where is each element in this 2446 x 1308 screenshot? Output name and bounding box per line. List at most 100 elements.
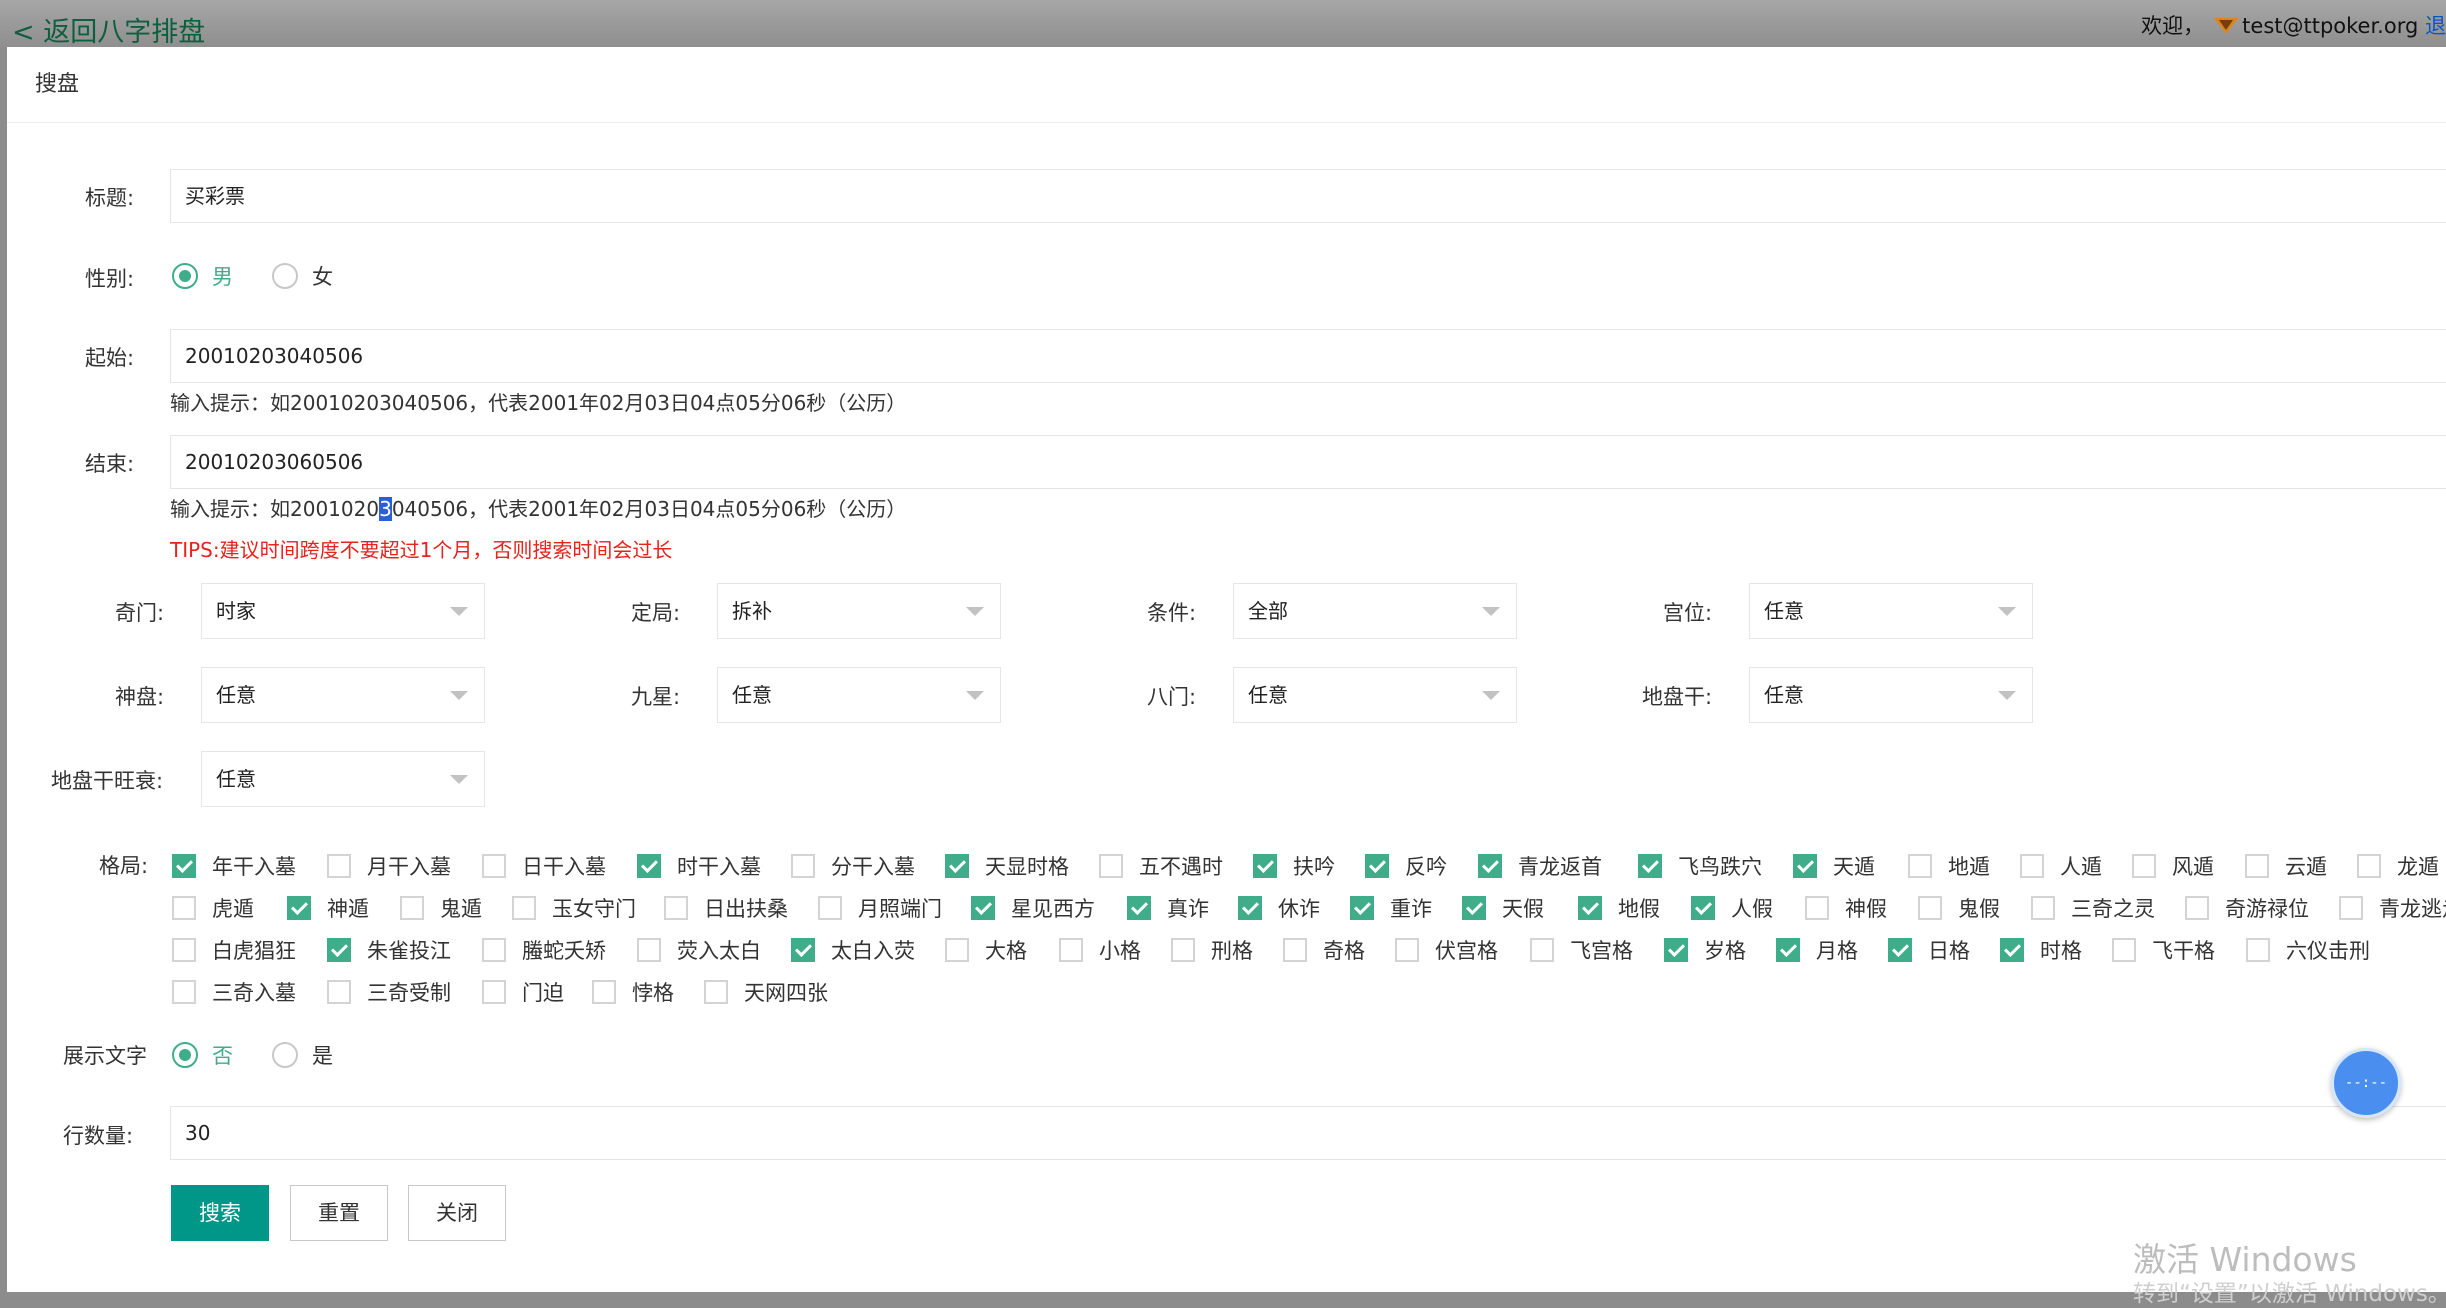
show-text-radio-yes[interactable]: 是	[272, 1040, 333, 1070]
pattern-checkbox[interactable]: 人假	[1691, 893, 1773, 923]
pattern-checkbox[interactable]: 朱雀投江	[327, 935, 451, 965]
pattern-checkbox[interactable]: 鬼假	[1918, 893, 2000, 923]
floating-clock-widget[interactable]: --:--	[2331, 1048, 2401, 1118]
bamen-select[interactable]: 任意	[1233, 667, 1517, 723]
pattern-checkbox[interactable]: 日干入墓	[482, 851, 606, 881]
pattern-checkbox[interactable]: 三奇入墓	[172, 977, 296, 1007]
pattern-checkbox[interactable]: 荧入太白	[637, 935, 761, 965]
pattern-checkbox[interactable]: 天假	[1462, 893, 1544, 923]
pattern-checkbox[interactable]: 天遁	[1793, 851, 1875, 881]
pattern-checkbox[interactable]: 风遁	[2132, 851, 2214, 881]
pattern-checkbox[interactable]: 岁格	[1664, 935, 1746, 965]
pattern-checkbox[interactable]: 时干入墓	[637, 851, 761, 881]
pattern-checkbox[interactable]: 地遁	[1908, 851, 1990, 881]
pattern-checkbox[interactable]: 日格	[1888, 935, 1970, 965]
pattern-checkbox[interactable]: 天网四张	[704, 977, 828, 1007]
gender-option-label: 女	[312, 265, 333, 289]
pattern-checkbox[interactable]: 三奇之灵	[2031, 893, 2155, 923]
pattern-checkbox[interactable]: 青龙返首	[1478, 851, 1602, 881]
pattern-checkbox[interactable]: 奇格	[1283, 935, 1365, 965]
pattern-checkbox[interactable]: 刑格	[1171, 935, 1253, 965]
pattern-checkbox[interactable]: 悖格	[592, 977, 674, 1007]
pattern-label: 休诈	[1278, 897, 1320, 921]
pattern-checkbox[interactable]: 人遁	[2020, 851, 2102, 881]
pattern-checkbox[interactable]: 分干入墓	[791, 851, 915, 881]
pattern-checkbox[interactable]: 云遁	[2245, 851, 2327, 881]
pattern-label: 地假	[1618, 897, 1660, 921]
top-bar: < 返回八字排盘 欢迎， test@ttpoker.org 退	[0, 0, 2446, 49]
palace-select[interactable]: 任意	[1749, 583, 2033, 639]
pattern-checkbox[interactable]: 真诈	[1127, 893, 1209, 923]
pattern-checkbox[interactable]: 飞干格	[2112, 935, 2215, 965]
pattern-checkbox[interactable]: 神遁	[287, 893, 369, 923]
pattern-checkbox[interactable]: 门迫	[482, 977, 564, 1007]
pattern-checkbox[interactable]: 奇游禄位	[2185, 893, 2309, 923]
condition-select[interactable]: 全部	[1233, 583, 1517, 639]
checkbox-checked-icon	[327, 938, 351, 962]
checkbox-unchecked-icon	[327, 854, 351, 878]
pattern-label: 日格	[1928, 939, 1970, 963]
dingju-select[interactable]: 拆补	[717, 583, 1001, 639]
pattern-checkbox[interactable]: 六仪击刑	[2246, 935, 2370, 965]
pattern-checkbox[interactable]: 玉女守门	[512, 893, 636, 923]
pattern-label: 月格	[1816, 939, 1858, 963]
pattern-checkbox[interactable]: 天显时格	[945, 851, 1069, 881]
end-time-input[interactable]: 20010203060506	[170, 435, 2446, 489]
pattern-checkbox[interactable]: 龙遁	[2357, 851, 2439, 881]
dipangan-select[interactable]: 任意	[1749, 667, 2033, 723]
pattern-checkbox[interactable]: 神假	[1805, 893, 1887, 923]
checkbox-unchecked-icon	[1099, 854, 1123, 878]
start-time-input[interactable]: 20010203040506	[170, 329, 2446, 383]
pattern-checkbox[interactable]: 大格	[945, 935, 1027, 965]
pattern-checkbox[interactable]: 螣蛇夭矫	[482, 935, 606, 965]
reset-button[interactable]: 重置	[290, 1185, 388, 1241]
checkbox-unchecked-icon	[482, 854, 506, 878]
pattern-checkbox[interactable]: 太白入荧	[791, 935, 915, 965]
pattern-checkbox[interactable]: 扶吟	[1253, 851, 1335, 881]
pattern-checkbox[interactable]: 月照端门	[818, 893, 942, 923]
pattern-checkbox[interactable]: 年干入墓	[172, 851, 296, 881]
checkbox-checked-icon	[1691, 896, 1715, 920]
pattern-checkbox[interactable]: 小格	[1059, 935, 1141, 965]
pattern-label: 奇格	[1323, 939, 1365, 963]
pattern-checkbox[interactable]: 五不遇时	[1099, 851, 1223, 881]
shenpan-select[interactable]: 任意	[201, 667, 485, 723]
pattern-checkbox[interactable]: 休诈	[1238, 893, 1320, 923]
rows-input[interactable]: 30	[170, 1106, 2446, 1160]
gender-radio-male[interactable]: 男	[172, 261, 233, 291]
pattern-checkbox[interactable]: 飞鸟跌穴	[1638, 851, 1762, 881]
user-email[interactable]: test@ttpoker.org	[2242, 14, 2418, 38]
pattern-checkbox[interactable]: 星见西方	[971, 893, 1095, 923]
pattern-checkbox[interactable]: 重诈	[1350, 893, 1432, 923]
pattern-label: 地遁	[1948, 855, 1990, 879]
logout-link[interactable]: 退	[2425, 14, 2446, 38]
pattern-checkbox[interactable]: 虎遁	[172, 893, 254, 923]
pattern-label: 三奇入墓	[212, 981, 296, 1005]
search-button[interactable]: 搜索	[171, 1185, 269, 1241]
pattern-checkbox[interactable]: 鬼遁	[400, 893, 482, 923]
pattern-checkbox[interactable]: 日出扶桑	[664, 893, 788, 923]
pattern-checkbox[interactable]: 月干入墓	[327, 851, 451, 881]
pattern-checkbox[interactable]: 白虎猖狂	[172, 935, 296, 965]
pattern-checkbox[interactable]: 飞宫格	[1530, 935, 1633, 965]
pattern-checkbox[interactable]: 时格	[2000, 935, 2082, 965]
back-link[interactable]: < 返回八字排盘	[12, 10, 205, 49]
pattern-checkbox[interactable]: 伏宫格	[1395, 935, 1498, 965]
dipangan-strength-select[interactable]: 任意	[201, 751, 485, 807]
pattern-checkbox[interactable]: 月格	[1776, 935, 1858, 965]
title-input[interactable]: 买彩票	[170, 169, 2446, 223]
radio-checked-icon	[172, 1042, 198, 1068]
end-hint-text-rest: 040506，代表2001年02月03日04点05分06秒（公历）	[391, 497, 907, 521]
bamen-value: 任意	[1248, 683, 1288, 707]
pattern-checkbox[interactable]: 反吟	[1365, 851, 1447, 881]
jiuxing-select[interactable]: 任意	[717, 667, 1001, 723]
pattern-checkbox[interactable]: 青龙逃走	[2339, 893, 2446, 923]
checkbox-unchecked-icon	[2031, 896, 2055, 920]
show-text-radio-no[interactable]: 否	[172, 1040, 233, 1070]
checkbox-unchecked-icon	[172, 896, 196, 920]
pattern-checkbox[interactable]: 三奇受制	[327, 977, 451, 1007]
gender-radio-female[interactable]: 女	[272, 261, 333, 291]
close-button[interactable]: 关闭	[408, 1185, 506, 1241]
qimen-select[interactable]: 时家	[201, 583, 485, 639]
pattern-checkbox[interactable]: 地假	[1578, 893, 1660, 923]
